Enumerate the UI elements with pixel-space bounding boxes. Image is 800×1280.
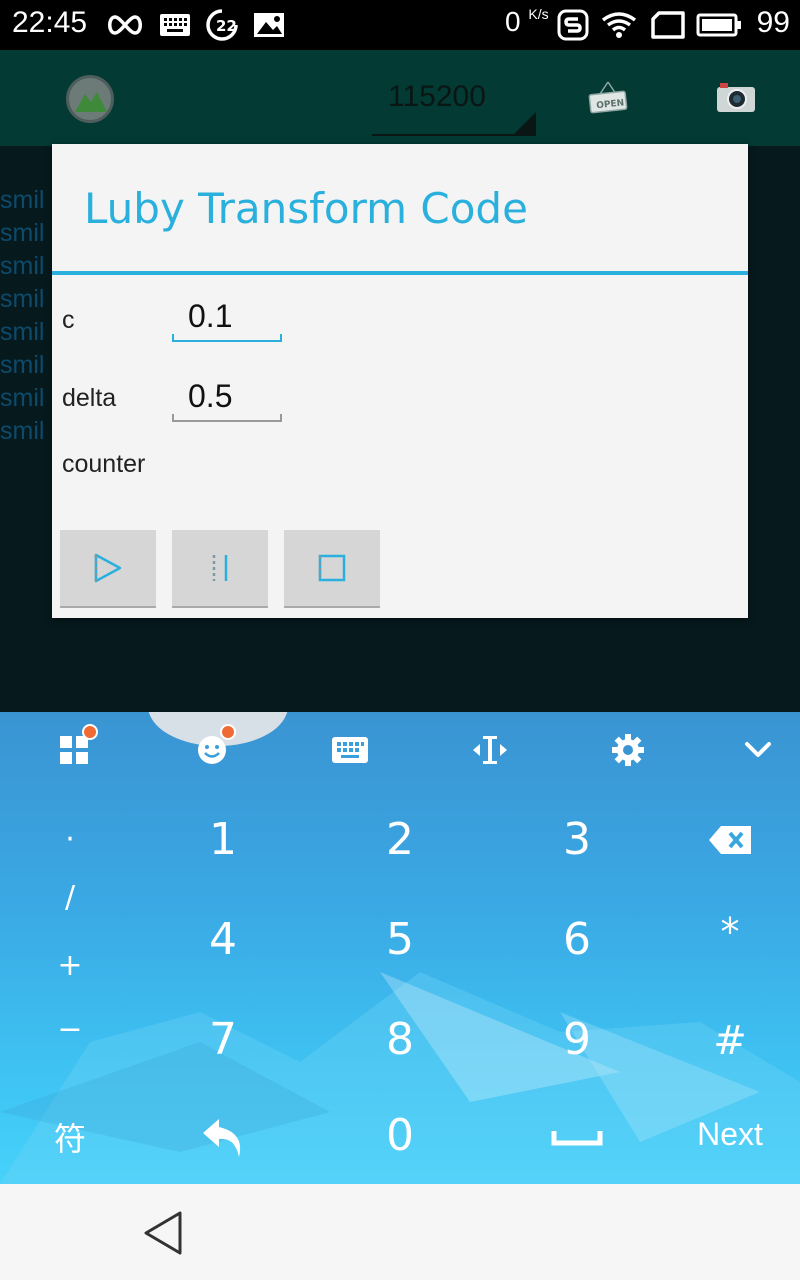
s-app-icon	[556, 8, 590, 42]
delta-field-underline	[172, 414, 282, 422]
dialog-title: Luby Transform Code	[84, 184, 528, 233]
status-bar: 22:45 22 0 K/s 99	[0, 0, 800, 50]
c-field-underline	[172, 334, 282, 342]
baud-rate-spinner[interactable]: 115200	[372, 70, 536, 136]
baud-rate-value: 115200	[388, 80, 486, 113]
app-toolbar: 115200 OPEN	[0, 50, 800, 146]
space-bar-icon[interactable]	[550, 1122, 604, 1152]
log-line: smil	[0, 384, 45, 412]
key-1[interactable]: 1	[183, 814, 263, 865]
key-plus[interactable]: +	[40, 948, 100, 983]
battery-level: 99	[756, 6, 790, 39]
lt-code-dialog: Luby Transform Code c delta counter	[52, 144, 748, 618]
key-symbols[interactable]: 符	[40, 1114, 100, 1160]
return-arrow-icon[interactable]	[198, 1114, 250, 1160]
title-divider	[52, 271, 748, 275]
emoji-icon[interactable]	[192, 724, 236, 770]
key-5[interactable]: 5	[360, 914, 440, 965]
collapse-chevron-icon[interactable]	[738, 730, 778, 770]
log-line: smil	[0, 219, 45, 247]
play-icon	[94, 553, 122, 583]
log-line: smil	[0, 318, 45, 346]
spinner-caret-icon	[514, 112, 536, 134]
key-9[interactable]: 9	[537, 1014, 617, 1065]
net-speed: 0 K/s	[505, 6, 549, 37]
key-dot[interactable]: ·	[40, 822, 100, 857]
badge-22-icon: 22	[204, 8, 240, 42]
key-4[interactable]: 4	[183, 914, 263, 965]
key-3[interactable]: 3	[537, 814, 617, 865]
open-sign-icon[interactable]: OPEN	[588, 80, 628, 116]
c-field[interactable]	[172, 296, 282, 342]
log-output: smil smil smil smil smil smil smil smil	[0, 184, 44, 448]
pause-button[interactable]	[172, 530, 268, 608]
c-input[interactable]	[172, 296, 282, 336]
back-triangle-icon[interactable]	[142, 1210, 184, 1256]
log-line: smil	[0, 252, 45, 280]
delta-label: delta	[62, 384, 117, 412]
play-button[interactable]	[60, 530, 156, 608]
counter-label: counter	[62, 450, 146, 478]
app-logo-icon[interactable]	[66, 75, 114, 123]
notification-dot	[82, 724, 98, 740]
numeric-keyboard: · / + − 1 2 3 4 5 6 7 8 9 * # 符 0 Next	[0, 712, 800, 1184]
delta-field[interactable]	[172, 376, 282, 422]
infinity-icon	[104, 8, 146, 42]
log-line: smil	[0, 351, 45, 379]
notification-dot	[220, 724, 236, 740]
key-2[interactable]: 2	[360, 814, 440, 865]
backspace-icon[interactable]	[706, 820, 754, 860]
cursor-move-icon[interactable]	[470, 730, 510, 770]
status-time: 22:45	[12, 6, 88, 39]
screen-rotate-icon	[650, 8, 686, 42]
stop-button[interactable]	[284, 530, 380, 608]
delta-input[interactable]	[172, 376, 282, 416]
key-minus[interactable]: −	[40, 1012, 100, 1047]
pause-icon	[212, 555, 228, 581]
key-asterisk[interactable]: *	[690, 910, 770, 954]
settings-gear-icon[interactable]	[608, 730, 648, 770]
key-8[interactable]: 8	[360, 1014, 440, 1065]
stop-icon	[318, 554, 346, 582]
apps-grid-icon[interactable]	[54, 724, 98, 770]
key-0[interactable]: 0	[360, 1110, 440, 1161]
key-slash[interactable]: /	[40, 880, 100, 915]
key-hash[interactable]: #	[690, 1018, 770, 1064]
keyboard-icon	[158, 8, 192, 42]
battery-icon	[696, 8, 742, 42]
log-line: smil	[0, 186, 45, 214]
badge-count: 22	[216, 17, 237, 35]
key-6[interactable]: 6	[537, 914, 617, 965]
camera-icon[interactable]	[716, 80, 756, 116]
navigation-bar	[0, 1184, 800, 1280]
c-label: c	[62, 306, 75, 334]
key-7[interactable]: 7	[183, 1014, 263, 1065]
image-icon	[252, 8, 286, 42]
log-line: smil	[0, 417, 45, 445]
wifi-icon	[600, 8, 638, 42]
next-key[interactable]: Next	[680, 1116, 780, 1153]
keyboard-switch-icon[interactable]	[330, 730, 370, 770]
log-line: smil	[0, 285, 45, 313]
